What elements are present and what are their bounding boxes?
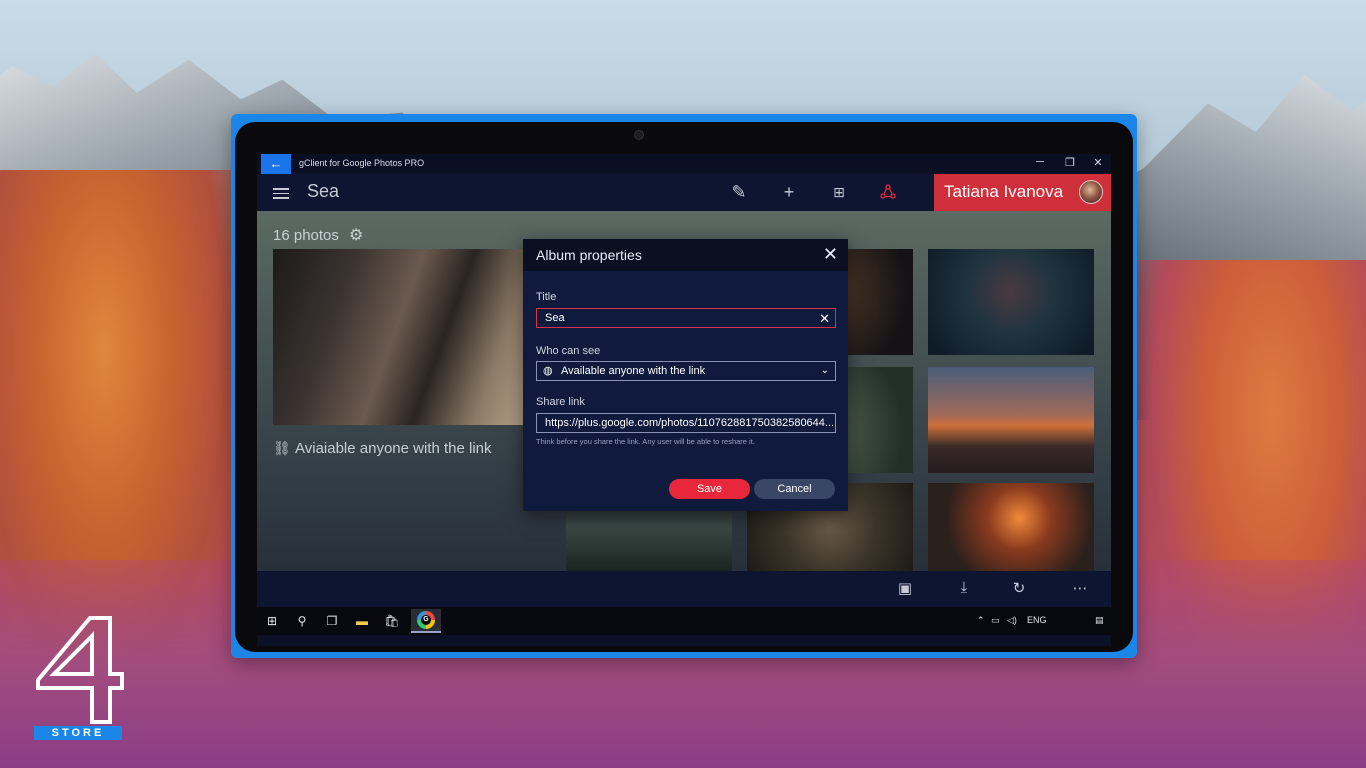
- app-title: gClient for Google Photos PRO: [299, 158, 425, 168]
- more-icon[interactable]: ⋯: [1069, 579, 1091, 597]
- close-icon[interactable]: ✕: [823, 244, 838, 264]
- arrow-left-icon: ←: [269, 156, 283, 171]
- visibility-select[interactable]: ◍ Available anyone with the link ⌄: [536, 361, 836, 381]
- photo-thumbnail[interactable]: [928, 367, 1094, 473]
- window-titlebar: ← gClient for Google Photos PRO ─ ❐ ✕: [257, 154, 1111, 174]
- slideshow-icon[interactable]: ▣: [894, 579, 916, 597]
- refresh-icon[interactable]: ↻: [1008, 579, 1030, 597]
- clear-icon[interactable]: ✕: [819, 310, 830, 328]
- photo-thumbnail[interactable]: [928, 249, 1094, 355]
- hamburger-menu-icon[interactable]: [273, 185, 289, 199]
- back-button[interactable]: ←: [261, 154, 291, 174]
- title-label: Title: [536, 291, 557, 303]
- album-properties-dialog: Album properties ✕ Title Sea ✕ Who can s…: [523, 239, 848, 511]
- who-can-see-label: Who can see: [536, 345, 601, 357]
- cancel-button[interactable]: Cancel: [754, 479, 835, 499]
- grid-icon[interactable]: ⊞: [827, 180, 851, 204]
- gclient-app-icon[interactable]: G: [417, 611, 435, 629]
- title-field[interactable]: Sea ✕: [536, 308, 836, 328]
- user-name: Tatiana Ivanova: [944, 182, 1064, 201]
- title-value: Sea: [545, 312, 565, 324]
- task-view-icon[interactable]: ❐: [323, 612, 341, 630]
- album-cover-photo[interactable]: [273, 249, 547, 425]
- search-icon[interactable]: ⚲: [293, 612, 311, 630]
- close-window-button[interactable]: ✕: [1087, 156, 1109, 169]
- camera-icon: [634, 130, 644, 140]
- visibility-text: Aviaiable anyone with the link: [295, 440, 492, 457]
- avatar: [1079, 180, 1103, 204]
- chevron-up-icon[interactable]: ⌃: [977, 615, 985, 626]
- store-logo: STORE: [30, 614, 126, 746]
- link-icon: ⛓: [273, 440, 291, 456]
- globe-icon: ◍: [543, 365, 553, 377]
- add-icon[interactable]: +: [777, 180, 801, 204]
- tablet-frame: ← gClient for Google Photos PRO ─ ❐ ✕ Se…: [231, 114, 1137, 658]
- gear-icon[interactable]: ⚙: [349, 225, 363, 245]
- visibility-value: Available anyone with the link: [561, 365, 706, 377]
- dialog-title: Album properties: [536, 247, 642, 263]
- app-screen: ← gClient for Google Photos PRO ─ ❐ ✕ Se…: [257, 154, 1111, 646]
- minimize-button[interactable]: ─: [1029, 156, 1051, 168]
- share-icon[interactable]: [876, 180, 900, 204]
- share-link-field[interactable]: https://plus.google.com/photos/110762881…: [536, 413, 836, 433]
- tablet-bezel: ← gClient for Google Photos PRO ─ ❐ ✕ Se…: [235, 122, 1133, 652]
- share-hint: Think before you share the link. Any use…: [536, 437, 755, 446]
- store-icon[interactable]: 🛍: [383, 612, 401, 630]
- dialog-header: Album properties ✕: [523, 239, 848, 271]
- photo-thumbnail[interactable]: [928, 483, 1094, 571]
- notification-icon[interactable]: ▤: [1095, 615, 1104, 626]
- download-icon[interactable]: ⤓: [953, 579, 975, 596]
- save-button[interactable]: Save: [669, 479, 750, 499]
- logo-text: STORE: [34, 726, 122, 740]
- edit-icon[interactable]: ✎: [727, 180, 751, 204]
- album-title: Sea: [307, 181, 340, 201]
- user-profile-button[interactable]: Tatiana Ivanova: [934, 174, 1111, 211]
- photos-count: 16 photos: [273, 227, 339, 244]
- windows-start-icon[interactable]: ⊞: [263, 612, 281, 630]
- share-link-label: Share link: [536, 396, 585, 408]
- network-icon[interactable]: ▭: [991, 615, 1000, 626]
- restore-button[interactable]: ❐: [1059, 156, 1081, 169]
- language-indicator[interactable]: ENG: [1027, 615, 1047, 625]
- bottom-command-bar: ▣ ⤓ ↻ ⋯: [257, 571, 1111, 607]
- chevron-down-icon: ⌄: [820, 365, 829, 376]
- app-bar: Sea ✎ + ⊞ Tatiana Ivanova: [257, 174, 1111, 211]
- windows-taskbar: ⊞ ⚲ ❐ ▬ 🛍 G ⌃ ▭ ◁) ENG ▤: [257, 607, 1111, 635]
- file-explorer-icon[interactable]: ▬: [353, 612, 371, 630]
- volume-icon[interactable]: ◁): [1007, 615, 1017, 626]
